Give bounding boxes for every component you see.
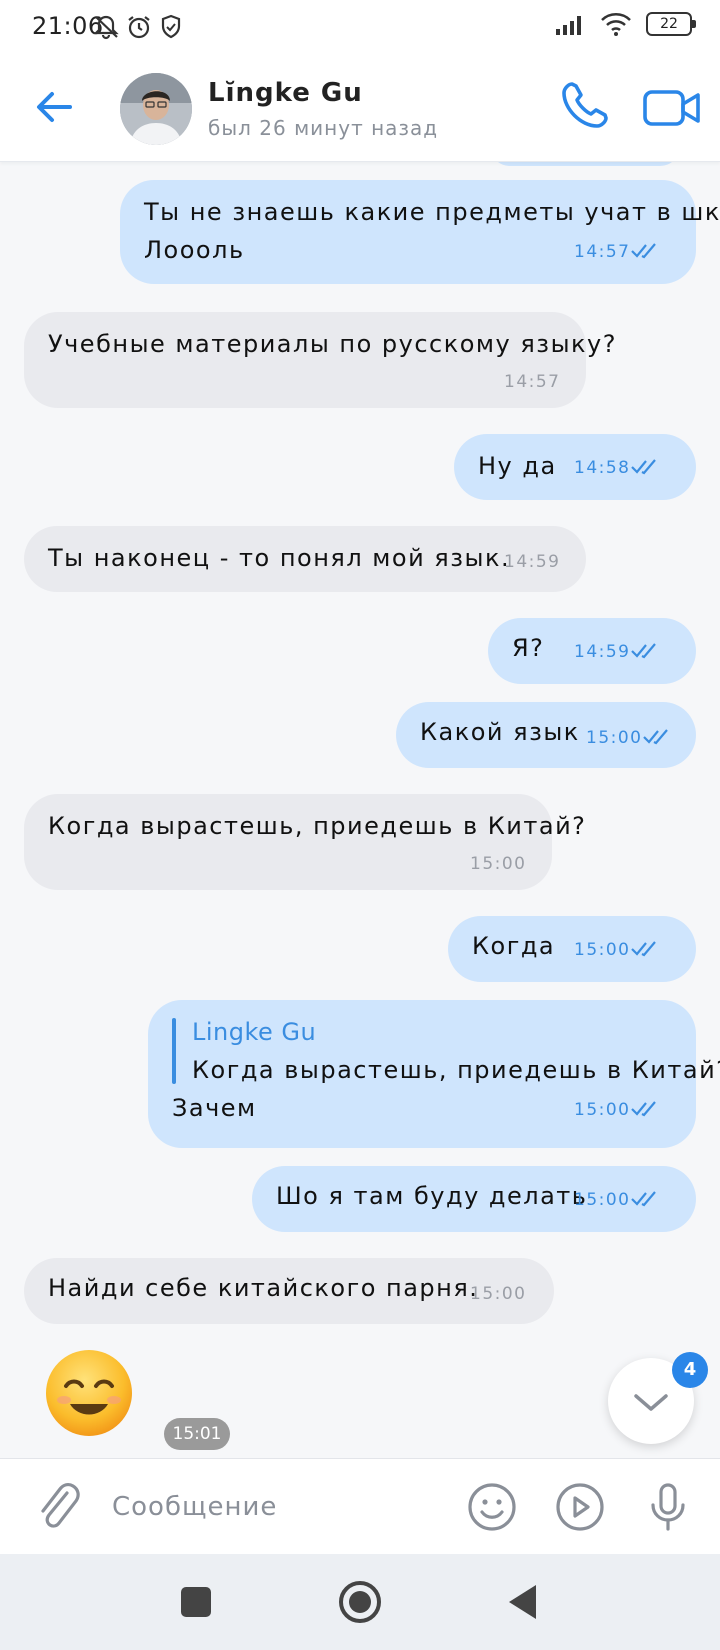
muted-bell-icon <box>93 15 119 40</box>
play-icon[interactable] <box>554 1481 606 1533</box>
message-composer <box>0 1458 720 1554</box>
nav-circle-icon[interactable] <box>336 1578 384 1626</box>
message-bubble-incoming[interactable]: Учебные материалы по русскому языку? 14:… <box>24 312 615 408</box>
message-text: Когда вырастешь, приедешь в Китай? <box>48 812 587 840</box>
battery-indicator: 22 <box>646 12 696 36</box>
message-text: Ты наконец - то понял мой язык. <box>48 544 511 572</box>
message-time: 14:59 <box>574 642 631 662</box>
message-text: Какой язык <box>420 718 580 746</box>
unread-count-badge: 4 <box>672 1352 708 1388</box>
message-text: Ну да <box>478 452 557 480</box>
contact-name[interactable]: Lĭngke Gu <box>208 78 363 108</box>
video-camera-icon[interactable] <box>642 82 702 134</box>
message-time: 14:58 <box>574 458 631 478</box>
message-time: 14:59 <box>504 552 561 572</box>
nav-back-triangle-icon[interactable] <box>500 1578 548 1626</box>
double-check-icon <box>643 729 668 745</box>
message-text: Шо я там буду делать <box>276 1182 588 1210</box>
phone-icon[interactable] <box>556 78 612 134</box>
message-bubble-incoming[interactable]: Найди себе китайского парня. 15:00 <box>24 1258 554 1324</box>
signal-icon <box>556 16 581 35</box>
double-check-icon <box>631 459 656 475</box>
double-check-icon <box>631 1191 656 1207</box>
message-bubble-outgoing[interactable]: Шо я там буду делать 15:00 <box>252 1166 696 1232</box>
reply-quoted-text[interactable]: Когда вырастешь, приедешь в Китай? <box>192 1056 720 1084</box>
message-bubble-incoming[interactable]: Ты наконец - то понял мой язык. 14:59 <box>24 526 586 592</box>
message-text: Когда <box>472 932 556 960</box>
message-time: 15:00 <box>574 1190 631 1210</box>
message-text: Лоооль <box>144 236 245 264</box>
message-time: 15:00 <box>470 854 527 874</box>
last-seen-status: был 26 минут назад <box>208 116 439 140</box>
message-bubble-outgoing[interactable]: Какой язык 15:00 <box>396 702 696 768</box>
message-time: 14:57 <box>574 242 631 262</box>
message-time: 15:00 <box>470 1284 527 1304</box>
reply-quote-bar <box>172 1018 176 1084</box>
double-check-icon <box>631 643 656 659</box>
back-arrow-icon[interactable] <box>30 82 80 132</box>
chat-header: Lĭngke Gu был 26 минут назад <box>0 54 720 162</box>
double-check-icon <box>631 1101 656 1117</box>
reply-author[interactable]: Lingke Gu <box>192 1018 316 1046</box>
system-navigation-bar <box>0 1554 720 1650</box>
message-text: Я? <box>512 634 545 662</box>
microphone-icon[interactable] <box>642 1481 694 1533</box>
double-check-icon <box>631 941 656 957</box>
status-bar: 21:06 22 <box>0 0 720 54</box>
message-bubble-outgoing[interactable]: Ты не знаешь какие предметы учат в шк? Л… <box>120 180 720 284</box>
wifi-icon <box>601 13 631 36</box>
avatar[interactable] <box>120 73 192 145</box>
smiling-face-emoji-sticker[interactable] <box>44 1348 134 1438</box>
message-time: 15:00 <box>574 940 631 960</box>
sticker-time: 15:01 <box>164 1418 230 1450</box>
message-bubble-partial <box>490 162 680 166</box>
message-time: 15:00 <box>586 728 643 748</box>
emoji-icon[interactable] <box>466 1481 518 1533</box>
message-bubble-outgoing[interactable]: Ну да 14:58 <box>454 434 696 500</box>
message-text: Учебные материалы по русскому языку? <box>48 330 617 358</box>
message-text: Зачем <box>172 1094 257 1122</box>
alarm-icon <box>128 16 150 39</box>
message-input[interactable] <box>112 1479 442 1535</box>
message-bubble-outgoing[interactable]: Когда 15:00 <box>448 916 696 982</box>
message-time: 15:00 <box>574 1100 631 1120</box>
message-text: Найди себе китайского парня. <box>48 1274 479 1302</box>
message-list[interactable]: Ты не знаешь какие предметы учат в шк? Л… <box>0 162 720 1458</box>
message-bubble-incoming[interactable]: Когда вырастешь, приедешь в Китай? 15:00 <box>24 794 585 890</box>
double-check-icon <box>631 243 656 259</box>
message-bubble-outgoing[interactable]: Я? 14:59 <box>488 618 696 684</box>
paperclip-icon[interactable] <box>34 1479 80 1535</box>
shield-icon <box>161 14 181 39</box>
nav-square-icon[interactable] <box>172 1578 220 1626</box>
message-bubble-outgoing-reply[interactable]: Lingke Gu Когда вырастешь, приедешь в Ки… <box>148 1000 720 1148</box>
message-time: 14:57 <box>504 372 561 392</box>
message-text: Ты не знаешь какие предметы учат в шк? <box>144 198 720 226</box>
